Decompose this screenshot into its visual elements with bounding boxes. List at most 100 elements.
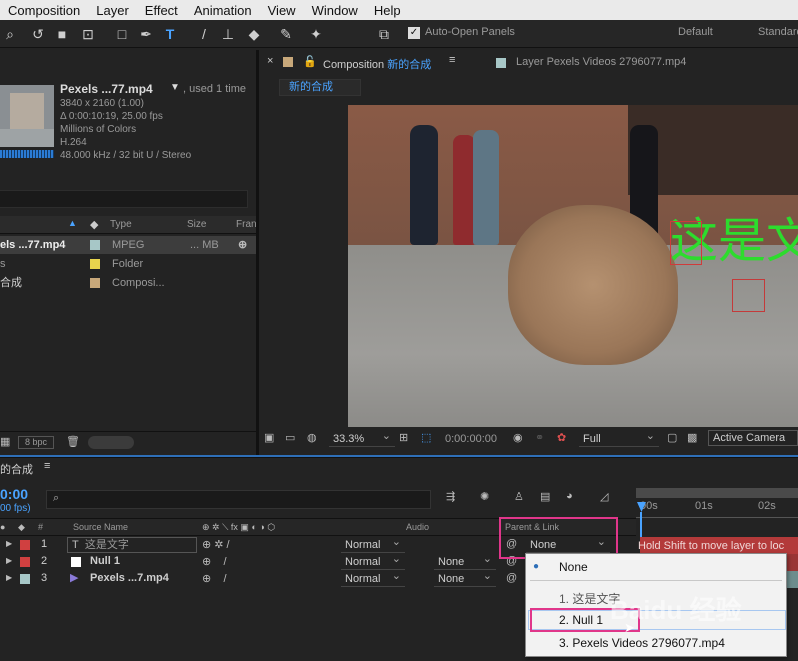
motion-blur-icon[interactable]: ◕ (566, 490, 573, 502)
label-tag-icon: ◆ (18, 522, 25, 532)
menu-help[interactable]: Help (366, 3, 409, 18)
comp-label-swatch (283, 57, 293, 67)
current-time[interactable]: 0:00:00:00 (445, 433, 497, 445)
camera-tool-icon[interactable]: ■ (52, 24, 72, 44)
null-layer-icon (71, 557, 81, 567)
network-icon: ⊕ (238, 239, 248, 251)
draft-3d-icon[interactable]: ✺ (480, 490, 489, 503)
puppet-pin-tool-icon[interactable]: ✦ (306, 24, 326, 44)
null-object-box[interactable] (732, 279, 765, 312)
project-item-type: Composi... (112, 277, 165, 289)
timeline-fps: 00 fps) (0, 503, 31, 514)
menu-bar: Composition Layer Effect Animation View … (0, 0, 798, 20)
mask-icon[interactable]: ◍ (307, 431, 317, 444)
bit-depth-button[interactable]: 8 bpc (18, 436, 54, 449)
time-ruler[interactable]: 00s 01s 02s (636, 498, 798, 518)
text-anchor-box (670, 221, 702, 265)
layer-label-swatch (496, 58, 506, 68)
brush-tool-icon[interactable]: / (194, 24, 214, 44)
menu-view[interactable]: View (260, 3, 304, 18)
workspace-standard[interactable]: Standard (758, 26, 798, 38)
roi-icon[interactable]: ▢ (667, 431, 677, 444)
sort-ascending-icon[interactable]: ▲ (68, 218, 77, 228)
walking-person (410, 125, 438, 245)
item-used: , used 1 time (183, 83, 246, 95)
item-name: Pexels ...77.mp4 (60, 82, 153, 96)
frame-blending-icon[interactable]: ▤ (540, 490, 550, 503)
expand-triangle-icon: ▶ (6, 539, 13, 548)
trash-icon[interactable]: 🗑 (66, 435, 80, 448)
rotate-tool-icon[interactable]: ↺ (28, 24, 48, 44)
tab-layer[interactable]: Layer Pexels Videos 2796077.mp4 (516, 56, 686, 68)
region-icon[interactable]: ⬚ (421, 431, 431, 444)
eraser-tool-icon[interactable]: ◆ (244, 24, 264, 44)
timeline-tab[interactable]: 的合成 (0, 461, 33, 477)
panel-menu-icon[interactable]: ≡ (449, 54, 455, 66)
pick-whip-icon[interactable]: @ (506, 572, 517, 584)
blend-mode-dropdown[interactable]: Normal (341, 568, 405, 587)
walking-person (453, 135, 475, 245)
menu-layer[interactable]: Layer (88, 3, 137, 18)
pan-behind-tool-icon[interactable]: ⊡ (78, 24, 98, 44)
rectangle-tool-icon[interactable]: □ (112, 24, 132, 44)
project-item-row[interactable]: els ...77.mp4 MPEG ... MB ⊕ (0, 236, 256, 254)
parent-option-none[interactable]: None (559, 560, 588, 574)
project-item-row[interactable]: s Folder (0, 255, 256, 273)
camera-dropdown[interactable]: Active Camera (708, 430, 798, 446)
auto-open-checkbox[interactable]: ✓ (408, 27, 420, 39)
roto-brush-tool-icon[interactable]: ✎ (276, 24, 296, 44)
col-type[interactable]: Type (110, 219, 132, 230)
track-matte-dropdown[interactable]: None (434, 568, 496, 587)
timeline-search-input[interactable]: ⌕ (46, 490, 431, 509)
graph-editor-icon[interactable]: ◿ (600, 490, 608, 503)
thumbnail-slider[interactable] (88, 436, 134, 449)
composition-icon[interactable]: ▦ (0, 435, 10, 448)
workspace-default[interactable]: Default (678, 26, 713, 38)
magnification-dropdown[interactable]: 33.3% (329, 428, 395, 447)
timeline-current-time[interactable]: 0:00 (0, 486, 28, 502)
search-icon[interactable]: ⌕ (0, 24, 20, 44)
layer-switches: ⊕ ✲ / (202, 539, 230, 551)
watermark: Baidu 经验 (610, 595, 742, 625)
project-item-name: 合成 (0, 277, 22, 289)
av-toggle-icon: ● (0, 522, 6, 532)
menu-animation[interactable]: Animation (186, 3, 260, 18)
close-icon[interactable]: × (267, 55, 273, 67)
walking-person (473, 130, 499, 245)
monitor-icon[interactable]: ▭ (285, 431, 295, 444)
tab-composition[interactable]: Composition 新的合成 (323, 56, 431, 72)
comp-flowchart-icon[interactable]: ⇶ (446, 490, 455, 503)
transparency-grid-icon[interactable]: ▩ (687, 431, 697, 444)
shy-layers-icon[interactable]: ♙ (514, 490, 524, 503)
project-search-input[interactable] (0, 190, 248, 208)
layer-label-swatch (20, 557, 30, 567)
panel-focus-highlight (0, 455, 798, 457)
pen-tool-icon[interactable]: ✒ (136, 24, 156, 44)
color-channel-icon[interactable]: ✿ (557, 431, 566, 444)
snapping-icon[interactable]: ⧉ (374, 24, 394, 44)
col-frame[interactable]: Fran (236, 219, 257, 230)
clone-stamp-tool-icon[interactable]: ⊥ (218, 24, 238, 44)
menu-effect[interactable]: Effect (137, 3, 186, 18)
label-tag-icon: ◆ (90, 219, 99, 231)
menu-window[interactable]: Window (304, 3, 366, 18)
parent-option-3[interactable]: 3. Pexels Videos 2796077.mp4 (559, 636, 725, 650)
chevron-down-icon[interactable]: ▼ (170, 82, 180, 93)
comp-breadcrumb[interactable]: 新的合成 (279, 79, 361, 96)
col-size[interactable]: Size (187, 219, 206, 230)
type-tool-icon[interactable]: T (160, 24, 180, 44)
work-area-bar[interactable] (636, 488, 798, 498)
layer-name: Null 1 (90, 555, 120, 567)
project-item-row[interactable]: 合成 Composi... (0, 274, 256, 292)
resolution-dropdown[interactable]: Full (579, 428, 659, 447)
project-panel: Pexels ...77.mp4 ▼ , used 1 time 3840 x … (0, 50, 257, 455)
menu-composition[interactable]: Composition (0, 3, 88, 18)
camera-snapshot-icon[interactable]: ◉ (513, 431, 523, 444)
lock-icon[interactable]: 🔓 (303, 55, 317, 68)
grid-icon[interactable]: ⊞ (399, 431, 408, 444)
snapshot-icon[interactable]: ▣ (264, 431, 274, 444)
panel-menu-icon[interactable]: ≡ (44, 460, 50, 472)
show-snapshot-icon[interactable]: ⚭ (535, 431, 544, 444)
col-source-name[interactable]: Source Name (73, 519, 128, 535)
composition-viewer[interactable]: 这是文 (348, 105, 798, 427)
